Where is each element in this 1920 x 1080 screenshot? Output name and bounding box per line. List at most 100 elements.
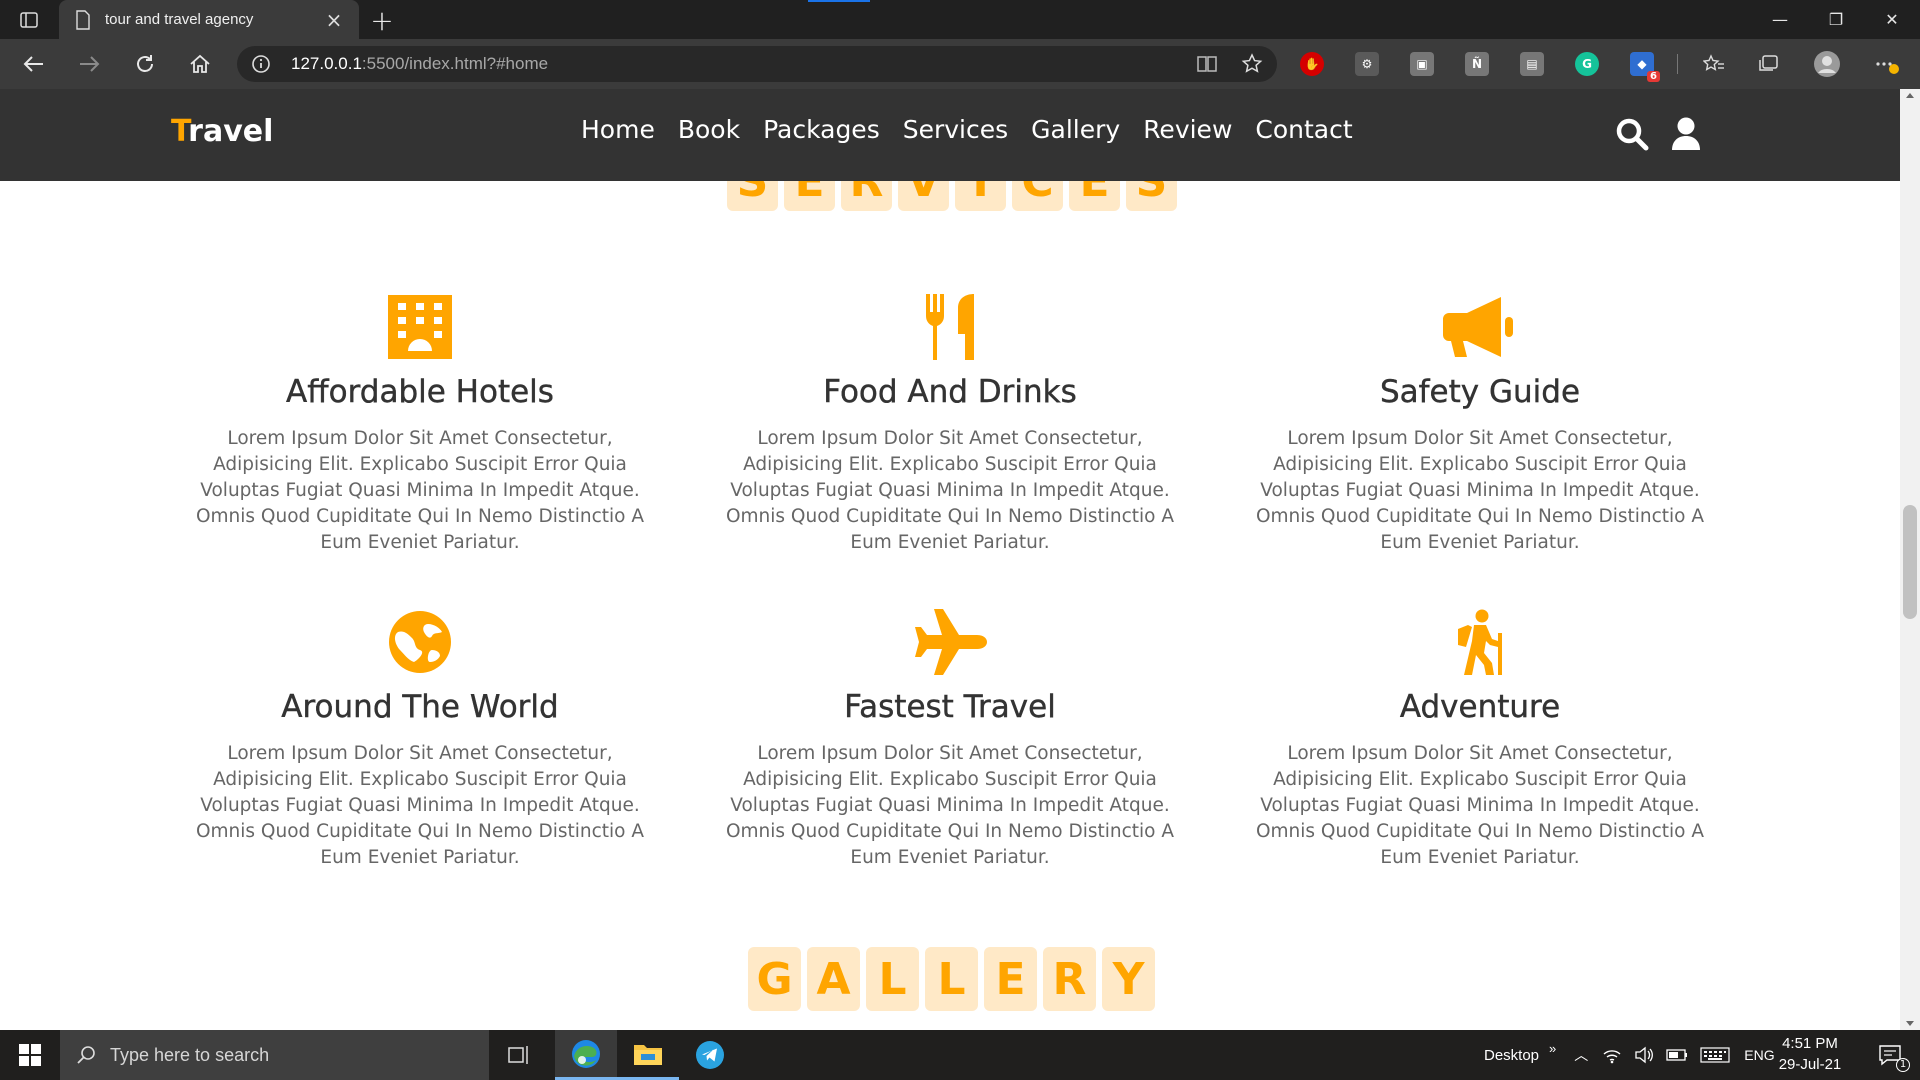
user-icon[interactable]	[1671, 117, 1701, 151]
restore-icon[interactable]: ❐	[1808, 0, 1864, 39]
nav-home[interactable]: Home	[581, 115, 655, 144]
browser-toolbar: 127.0.0.1:5500/index.html?#home ✋ ⚙ ▣ Ñ …	[0, 39, 1920, 89]
site-info-icon[interactable]	[251, 54, 271, 74]
header-icons	[1615, 117, 1701, 151]
toolbar-expand-icon[interactable]: »	[1549, 1041, 1556, 1056]
globe-icon	[389, 611, 451, 673]
new-tab-button[interactable]: +	[368, 4, 396, 37]
notification-badge: 1	[1896, 1058, 1910, 1072]
service-text: Lorem Ipsum Dolor Sit Amet Consectetur, …	[1255, 428, 1705, 553]
file-explorer-icon[interactable]	[617, 1030, 679, 1080]
site-header: Travel Home Book Packages Services Galle…	[0, 89, 1900, 181]
heading-letter: G	[748, 947, 801, 1011]
minimize-icon[interactable]: —	[1752, 0, 1808, 39]
hotel-icon	[388, 295, 452, 359]
reload-icon[interactable]	[128, 49, 162, 79]
edge-taskbar-icon[interactable]	[555, 1030, 617, 1080]
page-scrollbar[interactable]	[1900, 89, 1920, 1030]
desktop-toolbar-label[interactable]: Desktop	[1484, 1047, 1539, 1064]
service-title: Safety Guide	[1379, 374, 1581, 410]
heading-letter: A	[807, 947, 860, 1011]
reader-mode-icon[interactable]	[1195, 52, 1219, 76]
extension-icon[interactable]: ▤	[1520, 52, 1544, 76]
service-text: Lorem Ipsum Dolor Sit Amet Consectetur, …	[195, 743, 645, 868]
telegram-icon[interactable]	[679, 1030, 741, 1080]
windows-icon	[19, 1044, 41, 1066]
nav-packages[interactable]: Packages	[763, 115, 880, 144]
heading-letter: L	[866, 947, 919, 1011]
extension-icon[interactable]: ⚙	[1355, 52, 1379, 76]
heading-letter: R	[1043, 947, 1096, 1011]
scrollbar-thumb[interactable]	[1903, 505, 1917, 619]
tab-actions-icon[interactable]	[16, 9, 42, 31]
favorite-add-icon[interactable]	[1240, 52, 1264, 76]
tab-indicator	[808, 0, 870, 2]
nav-gallery[interactable]: Gallery	[1031, 115, 1120, 144]
main-nav: Home Book Packages Services Gallery Revi…	[581, 115, 1376, 144]
start-button[interactable]	[0, 1030, 60, 1080]
heading-letter: E	[984, 947, 1037, 1011]
extension-icon[interactable]: Ñ	[1465, 52, 1489, 76]
toolbar-divider	[1677, 54, 1678, 74]
service-title: Fastest Travel	[844, 689, 1056, 725]
gallery-heading: G A L L E R Y	[748, 947, 1155, 1011]
service-box: Affordable Hotels Lorem Ipsum Dolor Sit …	[180, 292, 660, 556]
grammarly-icon[interactable]: G	[1575, 52, 1599, 76]
browser-tab[interactable]: tour and travel agency ×	[59, 0, 359, 39]
browser-tab-bar: tour and travel agency × + — ❐ ✕	[0, 0, 1920, 39]
service-box: Around The World Lorem Ipsum Dolor Sit A…	[180, 607, 660, 871]
heading-letter: Y	[1102, 947, 1155, 1011]
clock-date: 29-Jul-21	[1778, 1056, 1842, 1073]
back-icon[interactable]	[17, 49, 51, 79]
more-options-icon[interactable]	[1870, 49, 1904, 79]
collections-icon[interactable]	[1752, 49, 1786, 79]
clock-time: 4:51 PM	[1782, 1035, 1838, 1052]
url-text: 127.0.0.1:5500/index.html?#home	[291, 54, 549, 73]
extension-icon[interactable]: ◆ 6	[1630, 52, 1660, 82]
show-hidden-icons-icon[interactable]: ︿	[1574, 1045, 1588, 1065]
service-title: Around The World	[281, 689, 559, 725]
utensils-icon	[926, 294, 974, 360]
search-icon[interactable]	[1615, 117, 1649, 151]
volume-icon[interactable]	[1634, 1046, 1654, 1064]
service-box: Food And Drinks Lorem Ipsum Dolor Sit Am…	[710, 292, 1190, 556]
service-text: Lorem Ipsum Dolor Sit Amet Consectetur, …	[725, 743, 1175, 868]
close-tab-icon[interactable]: ×	[323, 8, 345, 32]
service-title: Adventure	[1399, 689, 1561, 725]
page-viewport: Travel Home Book Packages Services Galle…	[0, 89, 1900, 1030]
home-icon[interactable]	[183, 49, 217, 79]
nav-contact[interactable]: Contact	[1255, 115, 1352, 144]
taskbar-clock[interactable]: 4:51 PM 29-Jul-21	[1770, 1033, 1850, 1075]
taskbar-search-placeholder: Type here to search	[110, 1044, 270, 1065]
heading-letter: L	[925, 947, 978, 1011]
extension-icon[interactable]: ▣	[1410, 52, 1434, 76]
wifi-icon[interactable]	[1602, 1046, 1622, 1064]
nav-review[interactable]: Review	[1143, 115, 1232, 144]
service-text: Lorem Ipsum Dolor Sit Amet Consectetur, …	[1255, 743, 1705, 868]
scroll-down-icon[interactable]	[1906, 1021, 1914, 1026]
service-text: Lorem Ipsum Dolor Sit Amet Consectetur, …	[725, 428, 1175, 553]
adblock-extension-icon[interactable]: ✋	[1300, 52, 1324, 76]
profile-avatar[interactable]	[1810, 49, 1844, 79]
forward-icon[interactable]	[72, 49, 106, 79]
page-icon	[76, 9, 90, 30]
notification-center-icon[interactable]: 1	[1862, 1030, 1918, 1080]
service-box: Adventure Lorem Ipsum Dolor Sit Amet Con…	[1240, 607, 1720, 871]
keyboard-icon[interactable]	[1700, 1047, 1730, 1063]
search-icon	[77, 1046, 95, 1064]
nav-services[interactable]: Services	[903, 115, 1008, 144]
taskbar-search[interactable]: Type here to search	[60, 1030, 489, 1080]
site-logo[interactable]: Travel	[171, 114, 273, 149]
close-window-icon[interactable]: ✕	[1864, 0, 1920, 39]
service-title: Affordable Hotels	[286, 374, 554, 410]
nav-book[interactable]: Book	[678, 115, 740, 144]
task-view-icon[interactable]	[491, 1030, 547, 1080]
favorites-icon[interactable]	[1697, 49, 1731, 79]
address-bar[interactable]: 127.0.0.1:5500/index.html?#home	[237, 46, 1277, 82]
service-box: Fastest Travel Lorem Ipsum Dolor Sit Ame…	[710, 607, 1190, 871]
battery-icon[interactable]	[1666, 1047, 1688, 1063]
scroll-up-icon[interactable]	[1906, 93, 1914, 98]
windows-taskbar: Type here to search Desktop » ︿ ENG 4:51…	[0, 1030, 1920, 1080]
service-title: Food And Drinks	[823, 374, 1077, 410]
tab-title: tour and travel agency	[105, 11, 254, 28]
